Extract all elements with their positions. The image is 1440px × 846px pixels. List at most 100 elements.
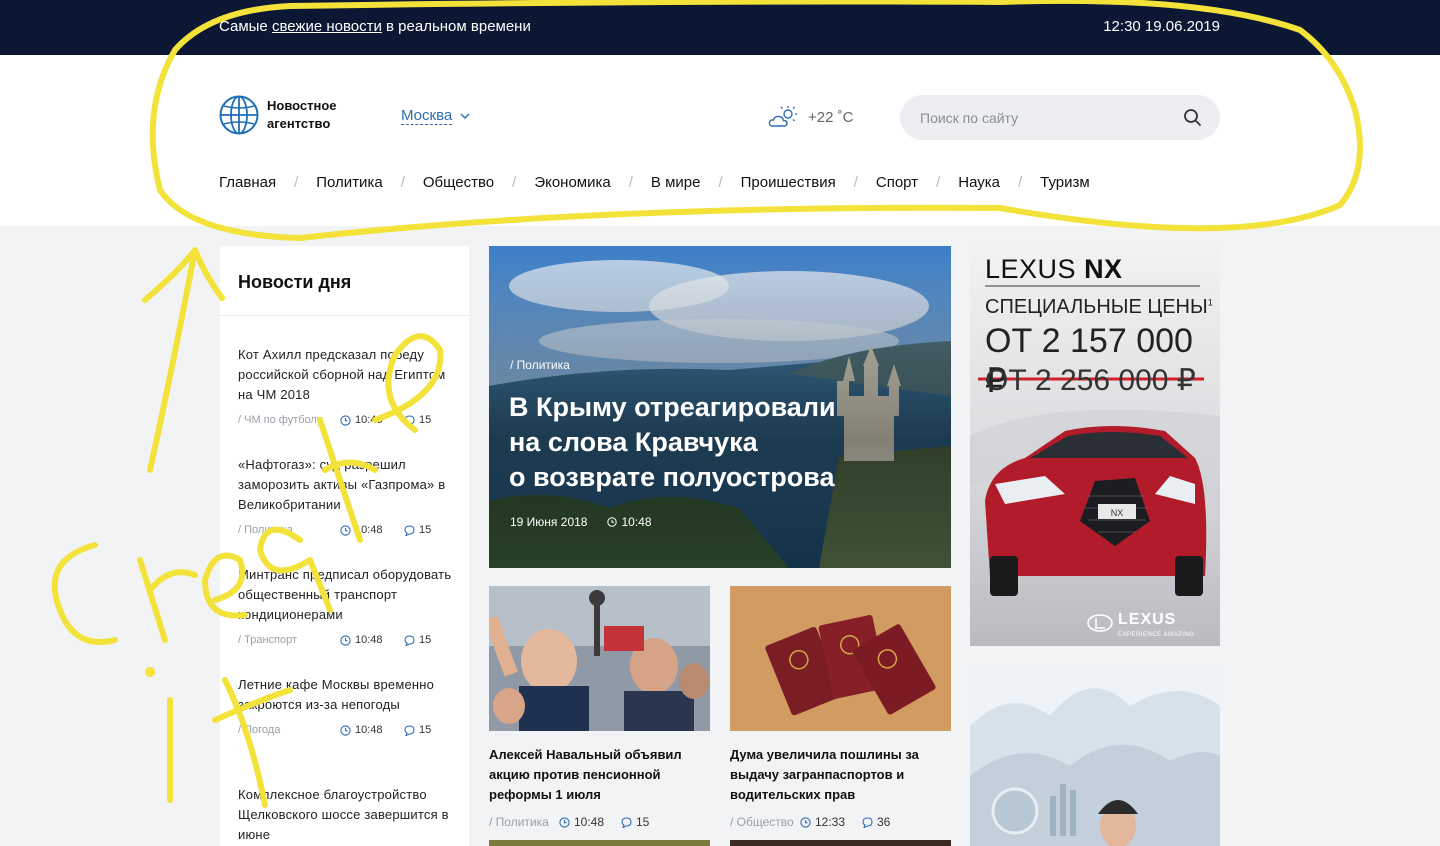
article-time-value: 10:48 [574, 815, 605, 829]
news-of-day-panel: Новости дня Кот Ахилл предсказал победу … [220, 246, 469, 846]
article-title[interactable]: Дума увеличила пошлины за выдачу загранп… [730, 745, 951, 805]
news-meta: / Транспорт 10:48 15 [238, 634, 463, 646]
temperature: +22 ˚C [808, 108, 854, 126]
hero-title-line: на слова Кравчука [509, 427, 758, 457]
lexus-ad-banner[interactable]: NX LEXUS NX СПЕЦИАЛЬНЫЕ ЦЕНЫ1 ОТ 2 157 0… [970, 246, 1220, 646]
nav-item-home[interactable]: Главная [219, 174, 276, 191]
news-time-value: 10:48 [355, 634, 383, 646]
next-article-image [730, 840, 951, 846]
comment-icon [621, 816, 632, 828]
clock-icon [800, 816, 811, 828]
hero-date: 19 Июня 2018 [510, 515, 588, 529]
news-headline[interactable]: Комплексное благоустройство Щелковского … [238, 785, 463, 845]
news-item[interactable]: «Нафтогаз»: суд разрешил заморозить акти… [238, 455, 463, 536]
news-headline[interactable]: Кот Ахилл предсказал победу российской с… [238, 345, 463, 405]
news-item[interactable]: Комплексное благоустройство Щелковского … [238, 785, 463, 845]
nav-item-science[interactable]: Наука [958, 174, 1000, 191]
news-comments[interactable]: 15 [404, 524, 431, 536]
article-comments[interactable]: 15 [621, 815, 649, 829]
main-nav: Главная / Политика / Общество / Экономика / … [219, 174, 1090, 191]
news-time: 10:48 [340, 724, 404, 736]
comment-icon [404, 724, 415, 736]
clock-icon [340, 634, 351, 646]
annotation-letter [137, 557, 198, 643]
ad-footnote-mark: 1 [1207, 297, 1213, 308]
ad2-graphic [970, 666, 1220, 846]
article-title[interactable]: Алексей Навальный объявил акцию против п… [489, 745, 710, 805]
article-time: 10:48 [559, 815, 621, 829]
news-item[interactable]: Летние кафе Москвы временно закроются из… [238, 675, 463, 736]
news-meta: / Погода 10:48 15 [238, 724, 463, 736]
nav-item-economy[interactable]: Экономика [534, 174, 610, 191]
nav-separator: / [400, 174, 405, 191]
top-bar: Самые свежие новости в реальном времени … [0, 0, 1440, 55]
site-name: Новостное агентство [267, 97, 357, 133]
article-meta: / Общество 12:33 36 [730, 815, 951, 829]
hero-article[interactable]: / Политика В Крыму отреагировали на слов… [489, 246, 951, 568]
nav-item-incidents[interactable]: Проишествия [741, 174, 836, 191]
clock-icon [340, 724, 351, 736]
news-category[interactable]: / Транспорт [238, 634, 340, 646]
ad-logo-text: LEXUS [1118, 611, 1177, 628]
news-item[interactable]: Кот Ахилл предсказал победу российской с… [238, 345, 463, 426]
article-card[interactable]: Дума увеличила пошлины за выдачу загранп… [730, 586, 951, 829]
search-input[interactable] [920, 107, 1170, 129]
comment-icon [404, 414, 415, 426]
site-search [900, 95, 1220, 140]
ad-banner-2[interactable] [970, 666, 1220, 846]
article-category[interactable]: / Политика [489, 815, 559, 829]
news-comments[interactable]: 15 [404, 634, 431, 646]
news-item[interactable]: Минтранс предписал оборудовать обществен… [238, 565, 463, 646]
hero-time: 10:48 [621, 515, 652, 529]
nav-separator: / [512, 174, 517, 191]
news-time: 10:48 [340, 414, 404, 426]
news-headline[interactable]: Летние кафе Москвы временно закроются из… [238, 675, 463, 715]
news-time-value: 10:48 [355, 524, 383, 536]
news-comments[interactable]: 15 [404, 724, 431, 736]
site-logo[interactable]: Новостное агентство [219, 95, 357, 135]
article-card[interactable]: Алексей Навальный объявил акцию против п… [484, 586, 710, 829]
hero-title[interactable]: В Крыму отреагировали на слова Кравчука … [509, 390, 889, 495]
news-category[interactable]: / Политика [238, 524, 340, 536]
hero-title-line: В Крыму отреагировали [509, 392, 836, 422]
fresh-news-link[interactable]: свежие новости [272, 18, 382, 35]
news-comments-count: 15 [419, 414, 432, 426]
nav-separator: / [853, 174, 858, 191]
site-name-line1: Новостное [267, 98, 337, 113]
nav-item-society[interactable]: Общество [423, 174, 494, 191]
nav-separator: / [718, 174, 723, 191]
site-header: Новостное агентство Москва +22 ˚C Главна… [0, 55, 1440, 226]
article-time: 12:33 [800, 815, 862, 829]
hero-category[interactable]: / Политика [510, 358, 570, 372]
nav-separator: / [936, 174, 941, 191]
nav-item-sport[interactable]: Спорт [876, 174, 918, 191]
article-image [730, 586, 951, 731]
tagline: Самые свежие новости в реальном времени [219, 18, 531, 35]
ad-headline: LEXUS NX [985, 254, 1123, 285]
nav-item-tourism[interactable]: Туризм [1040, 174, 1090, 191]
article-comments[interactable]: 36 [862, 815, 890, 829]
news-category[interactable]: / ЧМ по футболу [238, 414, 340, 426]
news-time-value: 10:48 [355, 414, 383, 426]
news-time: 10:48 [340, 634, 404, 646]
article-image [484, 586, 710, 731]
globe-icon [219, 95, 259, 135]
article-category[interactable]: / Общество [730, 815, 800, 829]
search-icon[interactable] [1183, 108, 1202, 127]
divider [220, 315, 469, 316]
news-headline[interactable]: Минтранс предписал оборудовать обществен… [238, 565, 463, 625]
partly-cloudy-icon [768, 106, 797, 127]
article-comments-count: 36 [877, 815, 891, 829]
news-headline[interactable]: «Нафтогаз»: суд разрешил заморозить акти… [238, 455, 463, 515]
news-comments[interactable]: 15 [404, 414, 431, 426]
ad-price-old: ОТ 2 256 000 ₽ [985, 364, 1196, 397]
nav-item-world[interactable]: В мире [651, 174, 701, 191]
ad-model: NX [1084, 254, 1123, 284]
news-category[interactable]: / Погода [238, 724, 340, 736]
article-time-value: 12:33 [815, 815, 846, 829]
city-selector[interactable]: Москва [401, 107, 470, 125]
nav-item-politics[interactable]: Политика [316, 174, 382, 191]
clock-icon [559, 816, 570, 828]
comment-icon [404, 524, 415, 536]
city-name: Москва [401, 107, 453, 125]
